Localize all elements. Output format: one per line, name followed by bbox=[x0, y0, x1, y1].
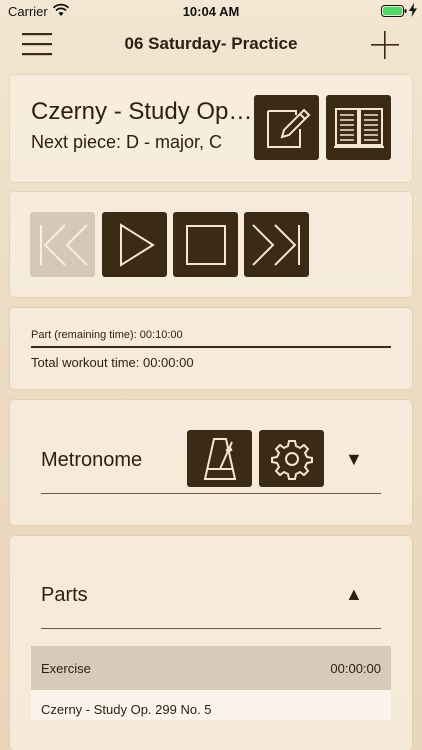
parts-table-header: Exercise 00:00:00 bbox=[31, 646, 391, 690]
charging-bolt-icon bbox=[409, 3, 417, 17]
add-button[interactable] bbox=[370, 30, 400, 60]
metronome-settings-button[interactable] bbox=[259, 430, 324, 487]
parts-card: Parts ▲ Exercise 00:00:00 Czerny - Study… bbox=[10, 536, 412, 750]
battery-icon bbox=[381, 5, 407, 17]
part-name: Czerny - Study Op. 299 No. 5 bbox=[41, 702, 212, 717]
gear-icon bbox=[270, 439, 313, 480]
open-book-icon bbox=[333, 107, 384, 148]
playback-controls-card bbox=[10, 192, 412, 297]
current-piece-title: Czerny - Study Op. 299 No. 5 bbox=[31, 98, 253, 125]
stop-icon bbox=[185, 224, 226, 265]
parts-collapse-toggle[interactable]: ▲ bbox=[345, 584, 363, 605]
part-remaining-time: Part (remaining time): 00:10:00 bbox=[31, 329, 183, 341]
exercise-column-header: Exercise bbox=[41, 661, 91, 676]
part-progress-bar bbox=[31, 346, 391, 348]
sheet-music-button[interactable] bbox=[326, 95, 391, 160]
navigation-bar: 06 Saturday- Practice bbox=[0, 22, 422, 66]
part-progress-fill bbox=[31, 346, 391, 348]
fast-forward-icon bbox=[251, 223, 300, 266]
play-button[interactable] bbox=[102, 212, 167, 277]
metronome-expand-toggle[interactable]: ▼ bbox=[345, 449, 363, 470]
table-row[interactable]: Czerny - Study Op. 299 No. 5 bbox=[31, 690, 391, 720]
stop-button[interactable] bbox=[173, 212, 238, 277]
menu-button[interactable] bbox=[22, 32, 52, 56]
current-piece-card: Czerny - Study Op. 299 No. 5 Next piece:… bbox=[10, 75, 412, 182]
rewind-icon bbox=[39, 223, 88, 266]
fast-forward-button[interactable] bbox=[244, 212, 309, 277]
parts-divider bbox=[41, 628, 381, 629]
metronome-label: Metronome bbox=[41, 449, 143, 471]
metronome-card: Metronome ▼ bbox=[10, 400, 412, 525]
duration-column-header: 00:00:00 bbox=[330, 661, 381, 676]
progress-card: Part (remaining time): 00:10:00 Total wo… bbox=[10, 308, 412, 389]
next-piece-label: Next piece: D - major, C bbox=[31, 132, 223, 152]
pencil-note-icon bbox=[266, 108, 310, 148]
rewind-button[interactable] bbox=[30, 212, 95, 277]
metronome-button[interactable] bbox=[187, 430, 252, 487]
parts-label: Parts bbox=[41, 584, 88, 606]
metronome-icon bbox=[203, 437, 236, 480]
status-bar: Carrier 10:04 AM bbox=[0, 0, 422, 22]
hamburger-icon bbox=[22, 33, 52, 56]
page-title: 06 Saturday- Practice bbox=[124, 34, 298, 53]
plus-icon bbox=[371, 31, 399, 59]
clock: 10:04 AM bbox=[182, 4, 240, 19]
total-workout-time: Total workout time: 00:00:00 bbox=[31, 355, 194, 370]
metronome-divider bbox=[41, 493, 381, 494]
play-icon bbox=[119, 222, 155, 267]
edit-notes-button[interactable] bbox=[254, 95, 319, 160]
